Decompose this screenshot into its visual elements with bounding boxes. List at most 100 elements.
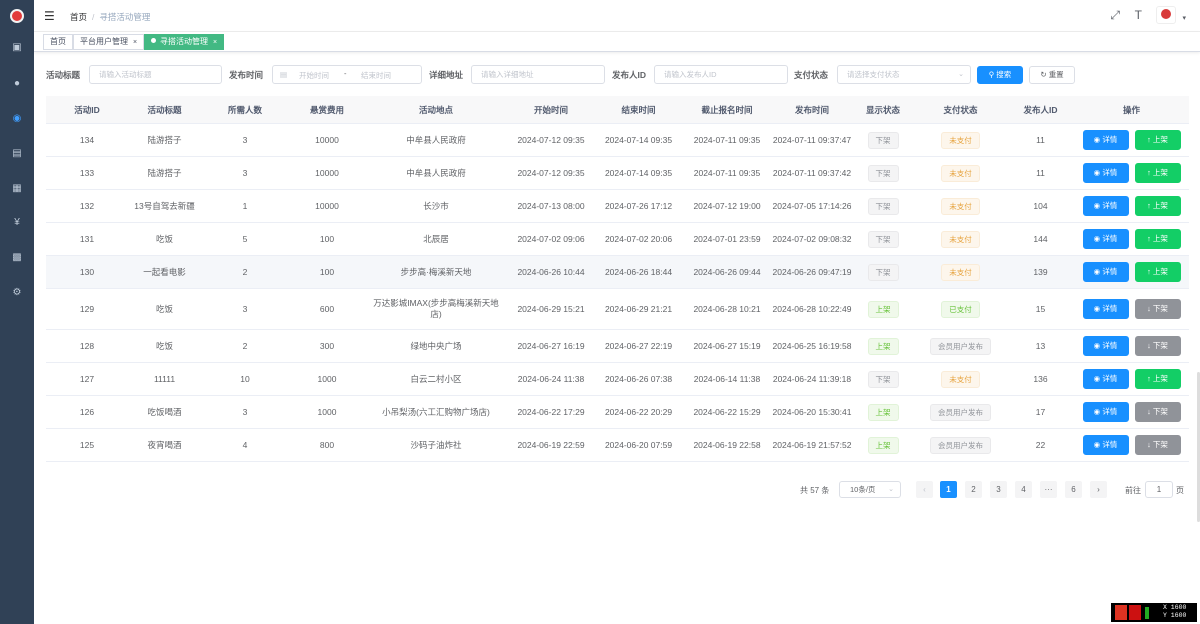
page-more[interactable]: ···	[1040, 481, 1057, 498]
breadcrumb: 首页 / 寻搭活动管理	[70, 11, 150, 23]
detail-button[interactable]: ◉ 详情	[1082, 262, 1129, 282]
cell-people: 1	[201, 190, 289, 222]
signal-indicator	[1145, 607, 1149, 619]
caret-down-icon[interactable]: ▾	[1182, 14, 1186, 22]
detail-button[interactable]: ◉ 详情	[1082, 130, 1129, 150]
cell-people: 2	[201, 330, 289, 362]
prev-page-button[interactable]: ‹	[916, 481, 933, 498]
cell-text: 17	[1035, 407, 1046, 417]
delist-button[interactable]: ↓ 下架	[1134, 299, 1181, 319]
start-time-input[interactable]: 开始时间	[299, 70, 329, 81]
address-input[interactable]: 请输入详细地址	[471, 65, 605, 84]
calendar-icon[interactable]: ▦	[11, 183, 23, 195]
page-3[interactable]: 3	[990, 481, 1007, 498]
app-logo[interactable]	[10, 9, 24, 23]
detail-button[interactable]: ◉ 详情	[1082, 402, 1129, 422]
fullscreen-icon[interactable]: ⤢	[1110, 8, 1120, 23]
status-badge: 未支付	[941, 230, 980, 248]
list-button[interactable]: ↑ 上架	[1134, 196, 1181, 216]
cell-text: 127	[79, 374, 95, 384]
time-label: 发布时间	[229, 70, 264, 80]
cell-id: 126	[46, 396, 128, 428]
detail-button[interactable]: ◉ 详情	[1082, 163, 1129, 183]
book-icon[interactable]: ▩	[11, 252, 23, 264]
goto-page-input[interactable]: 1	[1145, 481, 1173, 498]
col-header: 支付状态	[943, 105, 978, 115]
avatar[interactable]	[1156, 6, 1176, 24]
cell-text: 132	[79, 201, 95, 211]
tag-label: 首页	[50, 37, 66, 46]
title-input[interactable]: 请输入活动标题	[89, 65, 222, 84]
cell-text: 2	[242, 341, 248, 351]
cell-text: 2024-06-19 22:58	[693, 440, 761, 450]
detail-button[interactable]: ◉ 详情	[1082, 369, 1129, 389]
cell-show-status: 上架	[852, 429, 914, 461]
close-icon[interactable]: ×	[213, 39, 217, 46]
cell-publisher: 15	[1007, 289, 1074, 329]
page-1[interactable]: 1	[940, 481, 957, 498]
yen-icon[interactable]: ¥	[11, 217, 23, 229]
next-page-button[interactable]: ›	[1090, 481, 1107, 498]
goto-label: 前往	[1125, 486, 1141, 495]
cell-end: 2024-07-26 17:12	[595, 190, 682, 222]
publish-time-range[interactable]: ▤ 开始时间 - 结束时间	[272, 65, 422, 84]
detail-button[interactable]: ◉ 详情	[1082, 196, 1129, 216]
cell-reward: 600	[289, 289, 365, 329]
status-badge: 下架	[867, 230, 899, 248]
cell-text: 2024-07-26 17:12	[604, 201, 673, 211]
tag-home[interactable]: 首页	[43, 34, 73, 50]
cell-reward: 10000	[289, 157, 365, 189]
list-button[interactable]: ↑ 上架	[1134, 229, 1181, 249]
detail-button[interactable]: ◉ 详情	[1082, 435, 1129, 455]
settings-icon[interactable]: ⚙	[11, 287, 23, 299]
cell-actions: ◉ 详情 ↑ 上架	[1074, 124, 1189, 156]
detail-button[interactable]: ◉ 详情	[1082, 229, 1129, 249]
tag-platform-users[interactable]: 平台用户管理 ×	[73, 34, 145, 50]
users-icon[interactable]: ●	[11, 78, 23, 90]
cell-text: 沙码子油炸社	[410, 439, 462, 450]
dashboard-icon[interactable]: ▣	[11, 42, 23, 54]
detail-button[interactable]: ◉ 详情	[1082, 299, 1129, 319]
delist-button[interactable]: ↓ 下架	[1134, 435, 1181, 455]
breadcrumb-home[interactable]: 首页	[70, 12, 87, 22]
tag-activity-management[interactable]: 寻搭活动管理 ×	[144, 34, 225, 50]
end-time-input[interactable]: 结束时间	[361, 70, 391, 81]
activity-icon[interactable]: ◉	[11, 113, 23, 125]
pay-status-select[interactable]: 请选择支付状态 ⌄	[837, 65, 971, 84]
page-6[interactable]: 6	[1065, 481, 1082, 498]
reset-button-label: 重置	[1048, 70, 1064, 79]
font-size-icon[interactable]: T	[1135, 8, 1142, 22]
cell-title: 吃饭	[128, 330, 201, 362]
list-button[interactable]: ↑ 上架	[1134, 262, 1181, 282]
detail-button[interactable]: ◉ 详情	[1082, 336, 1129, 356]
cell-id: 129	[46, 289, 128, 329]
hamburger-icon[interactable]: ☰	[44, 9, 55, 23]
table-row: 129 吃饭 3 600 万达影城IMAX(步步高梅溪新天地店) 2024-06-29 1…	[46, 289, 1189, 330]
cell-text: 2024-07-14 09:35	[604, 168, 673, 178]
publisher-input[interactable]: 请输入发布人ID	[654, 65, 788, 84]
reset-button[interactable]: ↻ 重置	[1029, 66, 1075, 84]
cell-text: 13号自驾去新疆	[134, 201, 195, 211]
cell-people: 10	[201, 363, 289, 395]
cell-text: 2024-06-22 20:29	[604, 407, 673, 417]
cell-published: 2024-07-11 09:37:47	[772, 124, 852, 156]
close-icon[interactable]: ×	[133, 39, 137, 46]
page-size-select[interactable]: 10条/页 ⌄	[839, 481, 901, 498]
delist-button[interactable]: ↓ 下架	[1134, 336, 1181, 356]
search-button[interactable]: ⚲ 搜索	[977, 66, 1023, 84]
delist-button[interactable]: ↓ 下架	[1134, 402, 1181, 422]
document-icon[interactable]: ▤	[11, 148, 23, 160]
list-button[interactable]: ↑ 上架	[1134, 163, 1181, 183]
page-2[interactable]: 2	[965, 481, 982, 498]
cell-deadline: 2024-07-11 09:35	[682, 157, 772, 189]
cell-location: 北辰居	[365, 223, 507, 255]
cell-text: 2024-07-11 09:37:42	[772, 168, 852, 178]
page-4[interactable]: 4	[1015, 481, 1032, 498]
cell-text: 1	[242, 201, 248, 211]
col-header: 活动标题	[147, 105, 182, 115]
cell-title: 吃饭	[128, 289, 201, 329]
search-button-label: 搜索	[996, 70, 1012, 79]
list-button[interactable]: ↑ 上架	[1134, 130, 1181, 150]
page-size-value: 10条/页	[850, 485, 876, 494]
list-button[interactable]: ↑ 上架	[1134, 369, 1181, 389]
